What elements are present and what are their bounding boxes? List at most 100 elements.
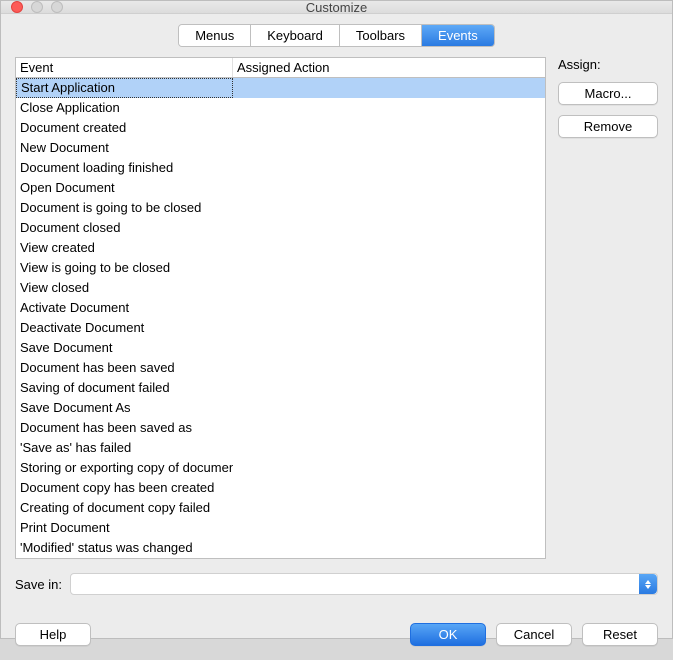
table-row[interactable]: Open Document (16, 178, 545, 198)
event-cell: Save Document As (16, 398, 233, 418)
action-cell (233, 138, 545, 158)
table-row[interactable]: Document created (16, 118, 545, 138)
table-row[interactable]: Document copy has been created (16, 478, 545, 498)
action-cell (233, 418, 545, 438)
event-cell: Document is going to be closed (16, 198, 233, 218)
event-cell: Document has been saved as (16, 418, 233, 438)
ok-button[interactable]: OK (410, 623, 486, 646)
action-cell (233, 538, 545, 558)
action-cell (233, 238, 545, 258)
main-row: Event Assigned Action Start ApplicationC… (15, 57, 658, 559)
action-cell (233, 338, 545, 358)
customize-dialog: Customize Menus Keyboard Toolbars Events… (0, 0, 673, 639)
action-cell (233, 178, 545, 198)
table-row[interactable]: Close Application (16, 98, 545, 118)
minimize-window-button[interactable] (31, 1, 43, 13)
close-window-button[interactable] (11, 1, 23, 13)
event-cell: Start Application (16, 78, 233, 98)
action-cell (233, 298, 545, 318)
table-row[interactable]: View closed (16, 278, 545, 298)
event-cell: Document loading finished (16, 158, 233, 178)
footer: Help OK Cancel Reset (15, 623, 658, 646)
table-row[interactable]: 'Save as' has failed (16, 438, 545, 458)
action-cell (233, 498, 545, 518)
table-row[interactable]: Document has been saved as (16, 418, 545, 438)
table-row[interactable]: Start Application (16, 78, 545, 98)
table-row[interactable]: New Document (16, 138, 545, 158)
zoom-window-button[interactable] (51, 1, 63, 13)
save-in-combo[interactable] (70, 573, 658, 595)
table-row[interactable]: Save Document As (16, 398, 545, 418)
event-cell: Save Document (16, 338, 233, 358)
table-row[interactable]: Document is going to be closed (16, 198, 545, 218)
action-cell (233, 218, 545, 238)
tab-events[interactable]: Events (422, 25, 494, 46)
event-cell: Document created (16, 118, 233, 138)
event-cell: Creating of document copy failed (16, 498, 233, 518)
tab-strip: Menus Keyboard Toolbars Events (15, 24, 658, 47)
event-cell: 'Modified' status was changed (16, 538, 233, 558)
table-row[interactable]: Storing or exporting copy of document (16, 458, 545, 478)
tab-keyboard[interactable]: Keyboard (251, 25, 340, 46)
action-cell (233, 158, 545, 178)
event-cell: Document has been saved (16, 358, 233, 378)
action-cell (233, 518, 545, 538)
table-body[interactable]: Start ApplicationClose ApplicationDocume… (16, 78, 545, 558)
table-row[interactable]: Activate Document (16, 298, 545, 318)
action-cell (233, 398, 545, 418)
event-cell: 'Save as' has failed (16, 438, 233, 458)
action-cell (233, 478, 545, 498)
events-table: Event Assigned Action Start ApplicationC… (15, 57, 546, 559)
event-cell: Close Application (16, 98, 233, 118)
side-panel: Assign: Macro... Remove (558, 57, 658, 559)
save-in-label: Save in: (15, 577, 62, 592)
event-cell: New Document (16, 138, 233, 158)
segmented-tabs: Menus Keyboard Toolbars Events (178, 24, 495, 47)
column-header-event[interactable]: Event (16, 58, 233, 77)
help-button[interactable]: Help (15, 623, 91, 646)
table-row[interactable]: Document loading finished (16, 158, 545, 178)
table-row[interactable]: Document closed (16, 218, 545, 238)
event-cell: Open Document (16, 178, 233, 198)
assign-label: Assign: (558, 57, 658, 72)
table-row[interactable]: Document has been saved (16, 358, 545, 378)
table-row[interactable]: Creating of document copy failed (16, 498, 545, 518)
table-header: Event Assigned Action (16, 58, 545, 78)
tab-toolbars[interactable]: Toolbars (340, 25, 422, 46)
event-cell: Saving of document failed (16, 378, 233, 398)
table-row[interactable]: Save Document (16, 338, 545, 358)
event-cell: View closed (16, 278, 233, 298)
event-cell: Document closed (16, 218, 233, 238)
action-cell (233, 78, 545, 98)
event-cell: Deactivate Document (16, 318, 233, 338)
cancel-button[interactable]: Cancel (496, 623, 572, 646)
action-cell (233, 198, 545, 218)
action-cell (233, 278, 545, 298)
table-row[interactable]: View created (16, 238, 545, 258)
titlebar: Customize (1, 1, 672, 14)
action-cell (233, 258, 545, 278)
combo-stepper-icon (639, 574, 657, 594)
remove-button[interactable]: Remove (558, 115, 658, 138)
event-cell: Storing or exporting copy of document (16, 458, 233, 478)
action-cell (233, 318, 545, 338)
event-cell: Document copy has been created (16, 478, 233, 498)
event-cell: View is going to be closed (16, 258, 233, 278)
action-cell (233, 458, 545, 478)
table-row[interactable]: Print Document (16, 518, 545, 538)
table-row[interactable]: View is going to be closed (16, 258, 545, 278)
column-header-action[interactable]: Assigned Action (233, 58, 545, 77)
action-cell (233, 98, 545, 118)
table-row[interactable]: Deactivate Document (16, 318, 545, 338)
action-cell (233, 118, 545, 138)
event-cell: Print Document (16, 518, 233, 538)
tab-menus[interactable]: Menus (179, 25, 251, 46)
event-cell: Activate Document (16, 298, 233, 318)
table-row[interactable]: Saving of document failed (16, 378, 545, 398)
chevron-down-icon (645, 585, 651, 589)
reset-button[interactable]: Reset (582, 623, 658, 646)
macro-button[interactable]: Macro... (558, 82, 658, 105)
window-controls (11, 1, 63, 13)
event-cell: View created (16, 238, 233, 258)
table-row[interactable]: 'Modified' status was changed (16, 538, 545, 558)
